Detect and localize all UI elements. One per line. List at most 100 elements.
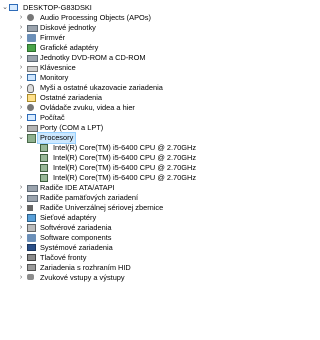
tree-item-dvd-drives[interactable]: › Jednotky DVD-ROM a CD-ROM	[0, 53, 254, 63]
tree-item-storage-controllers[interactable]: › Radiče pamäťových zariadení	[0, 193, 254, 203]
tree-item-firmware[interactable]: › Firmvér	[0, 33, 254, 43]
tree-device-processor[interactable]: Intel(R) Core(TM) i5-6400 CPU @ 2.70GHz	[0, 173, 254, 183]
other-devices-icon	[27, 94, 36, 102]
tree-item-disk-drives[interactable]: › Diskové jednotky	[0, 23, 254, 33]
tree-item-label: Zariadenia s rozhraním HID	[40, 263, 131, 272]
tree-item-display-adapters[interactable]: › Grafické adaptéry	[0, 43, 254, 53]
chevron-right-icon[interactable]: ›	[17, 243, 25, 253]
chevron-right-icon[interactable]: ›	[17, 93, 25, 103]
tree-item-label: Radiče IDE ATA/ATAPI	[40, 183, 115, 192]
monitor-icon	[27, 74, 36, 81]
tree-item-label: Jednotky DVD-ROM a CD-ROM	[40, 53, 146, 62]
chevron-right-icon[interactable]: ›	[17, 73, 25, 83]
device-label: Intel(R) Core(TM) i5-6400 CPU @ 2.70GHz	[53, 143, 197, 152]
usb-controller-icon	[27, 205, 33, 211]
processor-icon	[40, 144, 48, 152]
chevron-right-icon[interactable]: ›	[17, 33, 25, 43]
tree-item-label: Ovládače zvuku, videa a hier	[40, 103, 135, 112]
tree-item-label: Grafické adaptéry	[40, 43, 99, 52]
tree-device-processor[interactable]: Intel(R) Core(TM) i5-6400 CPU @ 2.70GHz	[0, 163, 254, 173]
chevron-right-icon[interactable]: ›	[17, 213, 25, 223]
tree-item-other-devices[interactable]: › Ostatné zariadenia	[0, 93, 254, 103]
tree-item-label: Porty (COM a LPT)	[40, 123, 104, 132]
tree-item-label: Radiče Univerzálnej sériovej zbernice	[40, 203, 164, 212]
keyboard-icon	[27, 66, 38, 72]
software-device-icon	[27, 224, 36, 232]
tree-item-network-adapters[interactable]: › Sieťové adaptéry	[0, 213, 254, 223]
tree-item-hid[interactable]: › Zariadenia s rozhraním HID	[0, 263, 254, 273]
hid-icon	[27, 264, 36, 271]
processor-icon	[40, 154, 48, 162]
tree-item-label: Ostatné zariadenia	[40, 93, 103, 102]
tree-item-label: Diskové jednotky	[40, 23, 96, 32]
tree-item-mice[interactable]: › Myši a ostatné ukazovacie zariadenia	[0, 83, 254, 93]
chevron-down-icon[interactable]: ⌄	[17, 133, 25, 143]
sound-controller-icon	[27, 104, 34, 111]
tree-item-label: Tlačové fronty	[40, 253, 87, 262]
processor-icon	[40, 174, 48, 182]
computer-icon	[9, 4, 18, 11]
chevron-right-icon[interactable]: ›	[17, 83, 25, 93]
tree-item-label: Audio Processing Objects (APOs)	[40, 13, 151, 22]
tree-item-label: Zvukové vstupy a výstupy	[40, 273, 125, 282]
chevron-right-icon[interactable]: ›	[17, 63, 25, 73]
chevron-right-icon[interactable]: ›	[17, 273, 25, 283]
chevron-right-icon[interactable]: ›	[17, 53, 25, 63]
tree-item-computer[interactable]: › Počítač	[0, 113, 254, 123]
chevron-right-icon[interactable]: ›	[17, 193, 25, 203]
chevron-down-icon[interactable]: ⌄	[1, 3, 9, 13]
chevron-right-icon[interactable]: ›	[17, 183, 25, 193]
chevron-right-icon[interactable]: ›	[17, 23, 25, 33]
chevron-right-icon[interactable]: ›	[17, 203, 25, 213]
dvd-drive-icon	[27, 55, 38, 62]
chevron-right-icon[interactable]: ›	[17, 43, 25, 53]
root-label: DESKTOP-G83DSKI	[23, 3, 92, 12]
tree-item-audio-processing-objects[interactable]: › Audio Processing Objects (APOs)	[0, 13, 254, 23]
mouse-icon	[27, 84, 34, 93]
tree-item-label: Firmvér	[40, 33, 66, 42]
tree-item-print-queues[interactable]: › Tlačové fronty	[0, 253, 254, 263]
tree-item-label: Počítač	[40, 113, 65, 122]
tree-item-label: Systémové zariadenia	[40, 243, 113, 252]
audio-io-icon	[27, 274, 34, 280]
drive-icon	[27, 25, 38, 32]
tree-item-label: Radiče pamäťových zariadení	[40, 193, 139, 202]
ide-controller-icon	[27, 185, 38, 192]
chevron-right-icon[interactable]: ›	[17, 263, 25, 273]
tree-item-software-devices[interactable]: › Softvérové zariadenia	[0, 223, 254, 233]
tree-item-system-devices[interactable]: › Systémové zariadenia	[0, 243, 254, 253]
tree-item-ide-controllers[interactable]: › Radiče IDE ATA/ATAPI	[0, 183, 254, 193]
tree-device-processor[interactable]: Intel(R) Core(TM) i5-6400 CPU @ 2.70GHz	[0, 153, 254, 163]
tree-device-processor[interactable]: Intel(R) Core(TM) i5-6400 CPU @ 2.70GHz	[0, 143, 254, 153]
tree-item-ports[interactable]: › Porty (COM a LPT)	[0, 123, 254, 133]
audio-icon	[27, 14, 34, 21]
tree-item-keyboards[interactable]: › Klávesnice	[0, 63, 254, 73]
chevron-right-icon[interactable]: ›	[17, 103, 25, 113]
tree-item-label: Klávesnice	[40, 63, 76, 72]
tree-item-monitors[interactable]: › Monitory	[0, 73, 254, 83]
processor-icon	[40, 164, 48, 172]
tree-item-label: Procesory	[36, 132, 77, 144]
tree-item-processors[interactable]: ⌄ Procesory	[0, 132, 254, 144]
software-component-icon	[27, 234, 36, 242]
computer-icon	[27, 114, 36, 121]
chevron-right-icon[interactable]: ›	[17, 233, 25, 243]
display-adapter-icon	[27, 44, 36, 52]
chevron-right-icon[interactable]: ›	[17, 123, 25, 133]
device-label: Intel(R) Core(TM) i5-6400 CPU @ 2.70GHz	[53, 163, 197, 172]
tree-item-audio-inputs-outputs[interactable]: › Zvukové vstupy a výstupy	[0, 273, 254, 283]
tree-root[interactable]: ⌄ DESKTOP-G83DSKI	[0, 3, 254, 13]
tree-item-label: Sieťové adaptéry	[40, 213, 97, 222]
chevron-right-icon[interactable]: ›	[17, 113, 25, 123]
firmware-icon	[27, 34, 36, 42]
tree-item-sound-video-game[interactable]: › Ovládače zvuku, videa a hier	[0, 103, 254, 113]
tree-item-software-components[interactable]: › Software components	[0, 233, 254, 243]
chevron-right-icon[interactable]: ›	[17, 253, 25, 263]
chevron-right-icon[interactable]: ›	[17, 223, 25, 233]
tree-item-usb-controllers[interactable]: › Radiče Univerzálnej sériovej zbernice	[0, 203, 254, 213]
chevron-right-icon[interactable]: ›	[17, 13, 25, 23]
network-adapter-icon	[27, 214, 36, 222]
print-queue-icon	[27, 254, 36, 261]
processor-icon	[27, 134, 36, 143]
device-label: Intel(R) Core(TM) i5-6400 CPU @ 2.70GHz	[53, 173, 197, 182]
